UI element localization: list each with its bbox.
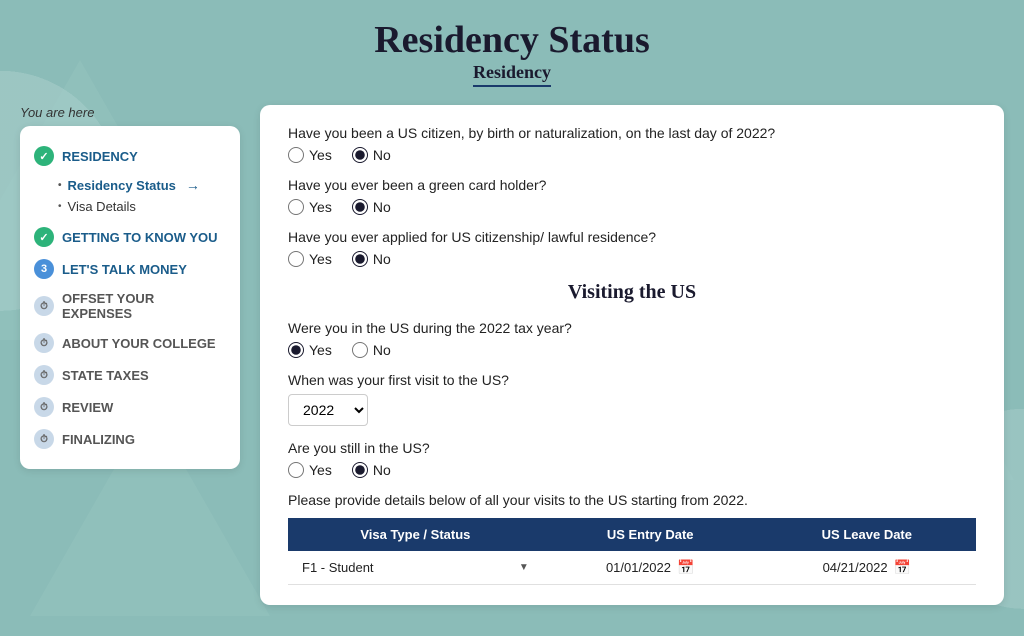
sidebar-item-review[interactable]: ⏱ REVIEW xyxy=(30,391,230,423)
sidebar-item-about-college[interactable]: ⏱ ABOUT YOUR COLLEGE xyxy=(30,327,230,359)
sidebar-item-label-getting-to-know-you: GETTING TO KNOW YOU xyxy=(62,230,218,245)
table-header-row: Visa Type / Status US Entry Date US Leav… xyxy=(288,518,976,551)
radio-group-6: Yes No xyxy=(288,462,976,478)
sidebar-item-label-about-college: ABOUT YOUR COLLEGE xyxy=(62,336,216,351)
radio-input-yes-6[interactable] xyxy=(288,462,304,478)
leave-date-value: 04/21/2022 xyxy=(823,560,888,575)
clock-icon-state-taxes: ⏱ xyxy=(34,365,54,385)
clock-icon-finalizing: ⏱ xyxy=(34,429,54,449)
entry-date-calendar-icon[interactable]: 📅 xyxy=(677,559,694,576)
check-icon-getting-to-know-you: ✓ xyxy=(34,227,54,247)
table-label: Please provide details below of all your… xyxy=(288,492,976,508)
radio-input-no-4[interactable] xyxy=(352,342,368,358)
entry-date-value: 01/01/2022 xyxy=(606,560,671,575)
sidebar-item-offset-expenses[interactable]: ⏱ OFFSET YOUR EXPENSES xyxy=(30,285,230,327)
radio-input-yes-2[interactable] xyxy=(288,199,304,215)
page-subtitle: Residency xyxy=(473,62,551,87)
question-block-3: Have you ever applied for US citizenship… xyxy=(288,229,976,267)
radio-input-no-2[interactable] xyxy=(352,199,368,215)
leave-date-cell: 04/21/2022 📅 xyxy=(758,551,976,585)
visa-type-cell: F1 - Student ▼ xyxy=(288,551,543,585)
question-text-1: Have you been a US citizen, by birth or … xyxy=(288,125,976,141)
nav-panel: ✓ RESIDENCY • Residency Status → • Visa … xyxy=(20,126,240,469)
you-are-here-label: You are here xyxy=(20,105,240,120)
section2-title: Visiting the US xyxy=(288,281,976,304)
col-header-entry-date: US Entry Date xyxy=(543,518,758,551)
radio-group-2: Yes No xyxy=(288,199,976,215)
subitem-label-visa-details: Visa Details xyxy=(68,199,136,214)
sidebar-item-getting-to-know-you[interactable]: ✓ GETTING TO KNOW YOU xyxy=(30,221,230,253)
sidebar-subitem-residency-status[interactable]: • Residency Status → xyxy=(58,174,230,196)
subitem-label-residency-status: Residency Status xyxy=(68,178,176,193)
radio-group-3: Yes No xyxy=(288,251,976,267)
check-icon-residency: ✓ xyxy=(34,146,54,166)
sidebar: You are here ✓ RESIDENCY • Residency Sta… xyxy=(20,105,240,605)
question-text-4: Were you in the US during the 2022 tax y… xyxy=(288,320,976,336)
table-row: F1 - Student ▼ 01/01/2022 📅 04/21/2022 xyxy=(288,551,976,585)
radio-yes-1[interactable]: Yes xyxy=(288,147,332,163)
col-header-visa-type: Visa Type / Status xyxy=(288,518,543,551)
sidebar-item-label-lets-talk-money: LET'S TALK MONEY xyxy=(62,262,187,277)
sidebar-item-label-residency: RESIDENCY xyxy=(62,149,138,164)
question-block-1: Have you been a US citizen, by birth or … xyxy=(288,125,976,163)
entry-date-cell: 01/01/2022 📅 xyxy=(543,551,758,585)
radio-input-yes-1[interactable] xyxy=(288,147,304,163)
question-text-5: When was your first visit to the US? xyxy=(288,372,976,388)
sidebar-item-label-finalizing: FINALIZING xyxy=(62,432,135,447)
question-block-4: Were you in the US during the 2022 tax y… xyxy=(288,320,976,358)
radio-no-1[interactable]: No xyxy=(352,147,391,163)
question-block-6: Are you still in the US? Yes No xyxy=(288,440,976,478)
clock-icon-review: ⏱ xyxy=(34,397,54,417)
page-header: Residency Status Residency xyxy=(0,0,1024,95)
radio-yes-2[interactable]: Yes xyxy=(288,199,332,215)
radio-input-yes-4[interactable] xyxy=(288,342,304,358)
question-text-6: Are you still in the US? xyxy=(288,440,976,456)
question-block-2: Have you ever been a green card holder? … xyxy=(288,177,976,215)
question-block-5: When was your first visit to the US? 202… xyxy=(288,372,976,426)
visa-type-chevron-icon[interactable]: ▼ xyxy=(519,562,529,573)
radio-yes-4[interactable]: Yes xyxy=(288,342,332,358)
radio-group-1: Yes No xyxy=(288,147,976,163)
col-header-leave-date: US Leave Date xyxy=(758,518,976,551)
visa-type-value: F1 - Student xyxy=(302,560,374,575)
sidebar-subitem-visa-details[interactable]: • Visa Details xyxy=(58,196,230,217)
sidebar-item-residency[interactable]: ✓ RESIDENCY xyxy=(30,140,230,172)
year-select[interactable]: 2022 2021 2020 2019 xyxy=(288,394,368,426)
residency-sub-items: • Residency Status → • Visa Details xyxy=(58,174,230,217)
radio-no-6[interactable]: No xyxy=(352,462,391,478)
radio-input-yes-3[interactable] xyxy=(288,251,304,267)
arrow-icon-residency-status: → xyxy=(186,177,200,193)
question-text-2: Have you ever been a green card holder? xyxy=(288,177,976,193)
sidebar-item-lets-talk-money[interactable]: 3 LET'S TALK MONEY xyxy=(30,253,230,285)
radio-group-4: Yes No xyxy=(288,342,976,358)
sidebar-item-state-taxes[interactable]: ⏱ STATE TAXES xyxy=(30,359,230,391)
radio-no-2[interactable]: No xyxy=(352,199,391,215)
clock-icon-offset-expenses: ⏱ xyxy=(34,296,54,316)
radio-input-no-1[interactable] xyxy=(352,147,368,163)
sidebar-item-label-review: REVIEW xyxy=(62,400,113,415)
radio-yes-6[interactable]: Yes xyxy=(288,462,332,478)
main-content: Have you been a US citizen, by birth or … xyxy=(260,105,1004,605)
radio-yes-3[interactable]: Yes xyxy=(288,251,332,267)
leave-date-calendar-icon[interactable]: 📅 xyxy=(894,559,911,576)
visits-table: Visa Type / Status US Entry Date US Leav… xyxy=(288,518,976,585)
question-text-3: Have you ever applied for US citizenship… xyxy=(288,229,976,245)
radio-no-4[interactable]: No xyxy=(352,342,391,358)
radio-input-no-6[interactable] xyxy=(352,462,368,478)
radio-no-3[interactable]: No xyxy=(352,251,391,267)
sidebar-item-label-state-taxes: STATE TAXES xyxy=(62,368,149,383)
number-icon-lets-talk-money: 3 xyxy=(34,259,54,279)
page-title: Residency Status xyxy=(0,18,1024,62)
clock-icon-about-college: ⏱ xyxy=(34,333,54,353)
sidebar-item-finalizing[interactable]: ⏱ FINALIZING xyxy=(30,423,230,455)
radio-input-no-3[interactable] xyxy=(352,251,368,267)
sidebar-item-label-offset-expenses: OFFSET YOUR EXPENSES xyxy=(62,291,226,321)
